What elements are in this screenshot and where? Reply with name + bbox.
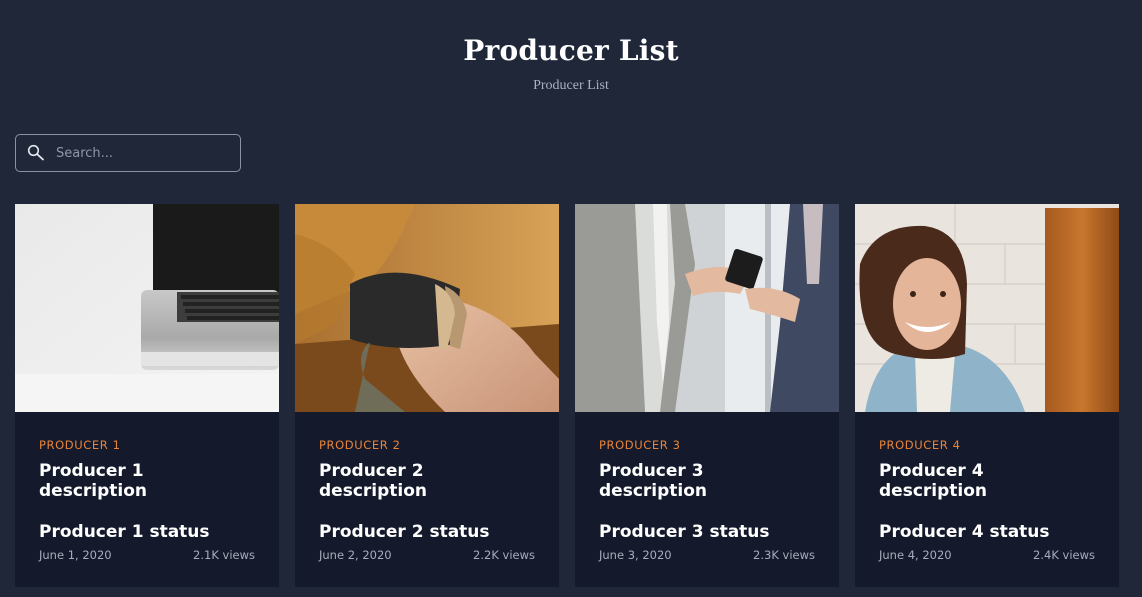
card-category: PRODUCER 3 [599,438,681,452]
card-views: 2.3K views [753,548,815,562]
smiling-woman-photo [855,204,1119,412]
producer-card[interactable]: PRODUCER 4 Producer 4 description Produc… [855,204,1119,587]
card-status: Producer 3 status [599,522,770,542]
wrist-bracelets-photo [295,204,559,412]
search-box[interactable] [15,134,241,172]
card-category: PRODUCER 2 [319,438,401,452]
search-icon [27,144,44,161]
card-description[interactable]: Producer 2 description [319,461,535,501]
card-grid: PRODUCER 1 Producer 1 description Produc… [15,204,1127,587]
laptop-photo [15,204,279,412]
businessmen-phone-photo [575,204,839,412]
card-description[interactable]: Producer 4 description [879,461,1095,501]
producer-card[interactable]: PRODUCER 3 Producer 3 description Produc… [575,204,839,587]
card-status: Producer 4 status [879,522,1050,542]
card-date: June 2, 2020 [319,548,392,562]
page-title: Producer List [463,34,679,67]
producer-card[interactable]: PRODUCER 2 Producer 2 description Produc… [295,204,559,587]
card-description[interactable]: Producer 3 description [599,461,815,501]
card-date: June 4, 2020 [879,548,952,562]
card-views: 2.2K views [473,548,535,562]
page-header: Producer List Producer List [0,34,1142,94]
card-description[interactable]: Producer 1 description [39,461,255,501]
card-status: Producer 1 status [39,522,210,542]
search-input[interactable] [56,135,236,171]
card-category: PRODUCER 4 [879,438,961,452]
card-views: 2.4K views [1033,548,1095,562]
card-views: 2.1K views [193,548,255,562]
card-status: Producer 2 status [319,522,490,542]
producer-card[interactable]: PRODUCER 1 Producer 1 description Produc… [15,204,279,587]
card-date: June 1, 2020 [39,548,112,562]
page-subtitle: Producer List [533,78,609,93]
card-category: PRODUCER 1 [39,438,121,452]
card-date: June 3, 2020 [599,548,672,562]
